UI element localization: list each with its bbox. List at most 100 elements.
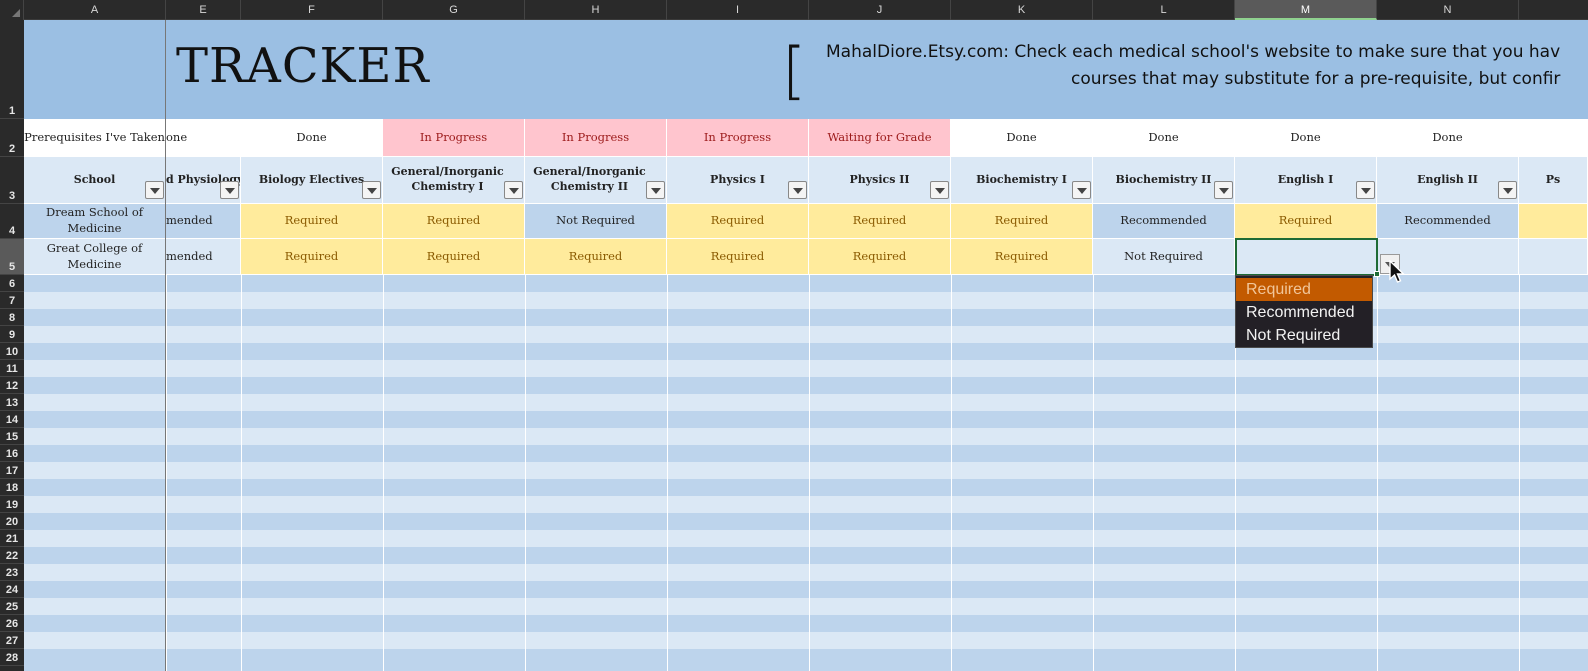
filter-dropdown-icon[interactable] [1356, 181, 1375, 199]
requirement-cell[interactable] [1519, 204, 1588, 239]
column-header-g[interactable]: G [383, 0, 525, 20]
row-header[interactable]: 19 [0, 496, 24, 513]
row-header[interactable]: 14 [0, 411, 24, 428]
requirement-cell[interactable]: Recommended [1093, 204, 1235, 239]
filter-dropdown-icon[interactable] [220, 181, 239, 199]
column-header-h[interactable]: H [525, 0, 667, 20]
requirement-cell[interactable]: mended [166, 239, 241, 275]
empty-row[interactable] [24, 428, 1588, 445]
column-header-i[interactable]: I [667, 0, 809, 20]
prerequisites-label[interactable]: Prerequisites I've Taken [24, 119, 166, 157]
empty-row[interactable] [24, 513, 1588, 530]
validation-dropdown-list[interactable]: Required Recommended Not Required [1235, 275, 1373, 348]
course-header[interactable]: Ps [1519, 157, 1588, 204]
filter-dropdown-icon[interactable] [646, 181, 665, 199]
row-header[interactable]: 22 [0, 547, 24, 564]
requirement-cell[interactable]: Required [241, 204, 383, 239]
requirement-cell[interactable]: mended [166, 204, 241, 239]
row-header[interactable]: 6 [0, 275, 24, 292]
requirement-cell[interactable]: Required [951, 239, 1093, 275]
requirement-cell[interactable]: Required [667, 204, 809, 239]
filter-dropdown-icon[interactable] [788, 181, 807, 199]
select-all-corner[interactable] [0, 0, 24, 20]
row-header[interactable]: 26 [0, 615, 24, 632]
row-header[interactable]: 1 [0, 20, 24, 119]
dropdown-option-required[interactable]: Required [1236, 278, 1372, 301]
requirement-cell[interactable]: Required [809, 204, 951, 239]
status-cell[interactable]: Done [1093, 119, 1235, 157]
empty-row[interactable] [24, 496, 1588, 513]
column-header-f[interactable]: F [241, 0, 383, 20]
empty-row[interactable] [24, 377, 1588, 394]
school-name[interactable]: Dream School of Medicine [24, 204, 166, 239]
dropdown-option-not-required[interactable]: Not Required [1236, 324, 1372, 347]
row-header[interactable]: 18 [0, 479, 24, 496]
row-header[interactable]: 11 [0, 360, 24, 377]
status-cell[interactable]: In Progress [667, 119, 809, 157]
row-header[interactable]: 4 [0, 204, 24, 239]
status-cell[interactable]: Done [241, 119, 383, 157]
empty-row[interactable] [24, 598, 1588, 615]
requirement-cell[interactable]: Required [667, 239, 809, 275]
row-header[interactable]: 16 [0, 445, 24, 462]
row-header[interactable]: 7 [0, 292, 24, 309]
column-header-e[interactable]: E [166, 0, 241, 20]
empty-row[interactable] [24, 547, 1588, 564]
requirement-cell[interactable]: Required [951, 204, 1093, 239]
requirement-cell[interactable]: Not Required [1093, 239, 1235, 275]
status-cell[interactable]: Done [951, 119, 1093, 157]
requirement-cell[interactable]: Required [809, 239, 951, 275]
column-header-j[interactable]: J [809, 0, 951, 20]
empty-row[interactable] [24, 615, 1588, 632]
row-header[interactable]: 10 [0, 343, 24, 360]
row-header[interactable]: 5 [0, 239, 24, 275]
row-header[interactable]: 13 [0, 394, 24, 411]
dropdown-option-recommended[interactable]: Recommended [1236, 301, 1372, 324]
filter-dropdown-icon[interactable] [1072, 181, 1091, 199]
row-header[interactable]: 21 [0, 530, 24, 547]
requirement-cell[interactable]: Recommended [1377, 204, 1519, 239]
requirement-cell[interactable]: Required [383, 239, 525, 275]
row-header[interactable]: 12 [0, 377, 24, 394]
status-cell[interactable]: In Progress [383, 119, 525, 157]
requirement-cell[interactable]: Required [383, 204, 525, 239]
row-header[interactable]: 17 [0, 462, 24, 479]
requirement-cell[interactable] [1519, 239, 1588, 275]
empty-row[interactable] [24, 445, 1588, 462]
column-header-a[interactable]: A [24, 0, 166, 20]
row-header[interactable]: 23 [0, 564, 24, 581]
filter-dropdown-icon[interactable] [362, 181, 381, 199]
empty-row[interactable] [24, 632, 1588, 649]
requirement-cell[interactable]: Not Required [525, 204, 667, 239]
row-header[interactable]: 8 [0, 309, 24, 326]
row-header[interactable]: 20 [0, 513, 24, 530]
status-cell[interactable]: Waiting for Grade [809, 119, 951, 157]
empty-row[interactable] [24, 564, 1588, 581]
filter-dropdown-icon[interactable] [1214, 181, 1233, 199]
column-header-o[interactable] [1519, 0, 1588, 20]
column-header-k[interactable]: K [951, 0, 1093, 20]
empty-row[interactable] [24, 394, 1588, 411]
filter-dropdown-icon[interactable] [1498, 181, 1517, 199]
empty-row[interactable] [24, 530, 1588, 547]
empty-row[interactable] [24, 479, 1588, 496]
row-header[interactable]: 2 [0, 119, 24, 157]
row-header[interactable]: 24 [0, 581, 24, 598]
requirement-cell[interactable]: Required [1235, 204, 1377, 239]
school-name[interactable]: Great College of Medicine [24, 239, 166, 275]
status-cell[interactable] [1519, 119, 1588, 157]
status-cell[interactable]: Done [1377, 119, 1519, 157]
column-header-l[interactable]: L [1093, 0, 1235, 20]
row-header[interactable]: 15 [0, 428, 24, 445]
empty-row[interactable] [24, 649, 1588, 671]
row-header[interactable]: 25 [0, 598, 24, 615]
row-header[interactable]: 27 [0, 632, 24, 649]
row-header[interactable]: 3 [0, 157, 24, 204]
status-cell[interactable]: Done [1235, 119, 1377, 157]
empty-row[interactable] [24, 581, 1588, 598]
requirement-cell[interactable]: Required [241, 239, 383, 275]
status-cell[interactable]: one [166, 119, 241, 157]
filter-dropdown-icon[interactable] [930, 181, 949, 199]
empty-row[interactable] [24, 462, 1588, 479]
column-header-n[interactable]: N [1377, 0, 1519, 20]
